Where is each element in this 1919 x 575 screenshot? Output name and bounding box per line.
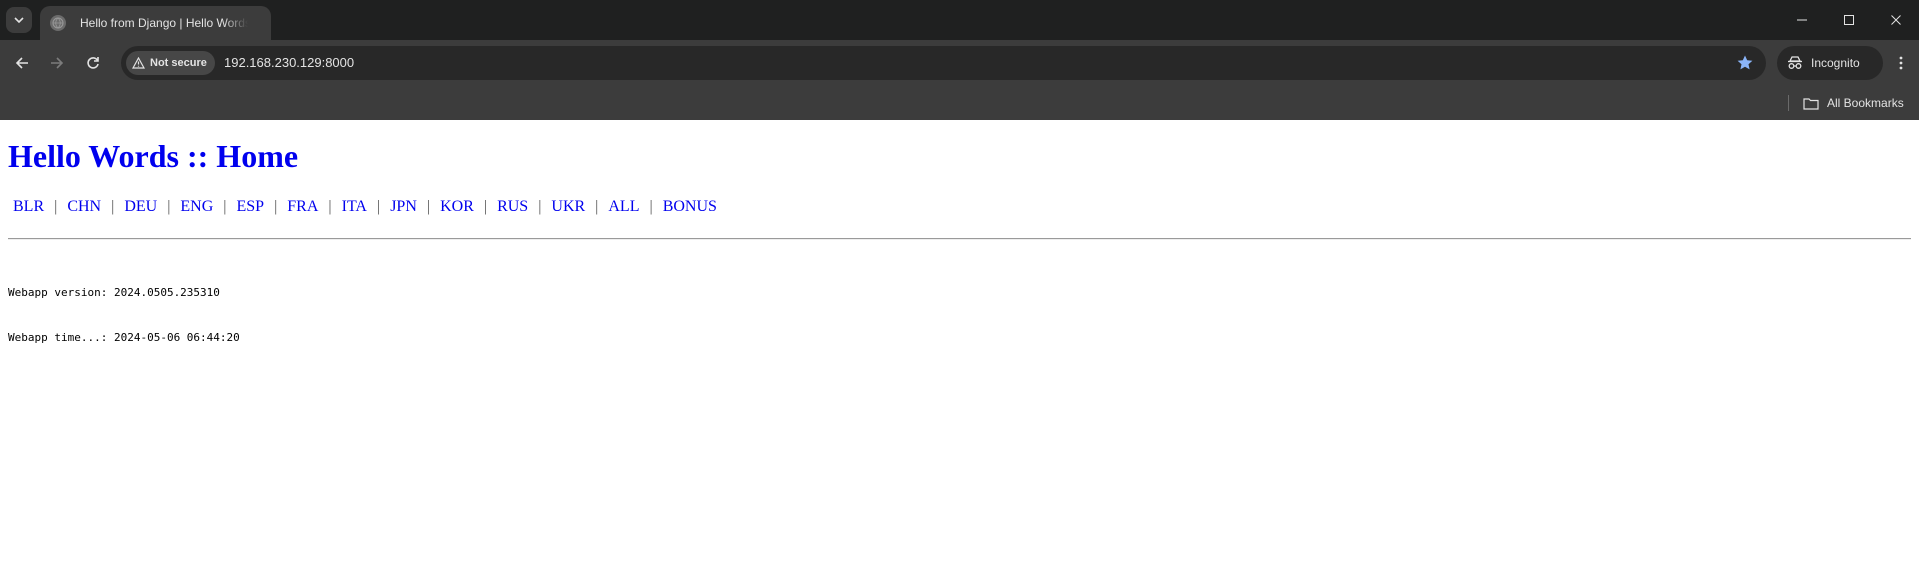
language-nav: BLR | CHN | DEU | ENG | ESP | FRA | ITA … xyxy=(13,198,717,216)
tab-strip: Hello from Django | Hello Words xyxy=(0,0,1919,40)
globe-icon xyxy=(50,15,66,31)
horizontal-rule xyxy=(8,238,1911,240)
url-text[interactable]: 192.168.230.129:8000 xyxy=(224,46,354,80)
nav-link-eng[interactable]: ENG xyxy=(180,198,213,216)
reload-button[interactable] xyxy=(80,50,106,76)
incognito-icon xyxy=(1788,56,1802,69)
nav-link-jpn[interactable]: JPN xyxy=(390,198,417,216)
nav-link-esp[interactable]: ESP xyxy=(237,198,265,216)
nav-separator: | xyxy=(538,198,542,215)
nav-separator: | xyxy=(595,198,599,215)
maximize-button[interactable] xyxy=(1825,0,1872,40)
chevron-down-icon xyxy=(14,17,24,24)
nav-link-kor[interactable]: KOR xyxy=(440,198,474,216)
reload-icon xyxy=(87,57,99,69)
active-tab[interactable]: Hello from Django | Hello Words xyxy=(40,6,271,40)
nav-link-bonus[interactable]: BONUS xyxy=(663,198,717,216)
forward-button[interactable] xyxy=(44,50,70,76)
arrow-left-icon xyxy=(15,57,28,69)
incognito-label: Incognito xyxy=(1811,56,1860,70)
page-title: Hello Words :: Home xyxy=(8,138,299,174)
all-bookmarks-button[interactable]: All Bookmarks xyxy=(1803,86,1904,120)
minimize-button[interactable] xyxy=(1778,0,1825,40)
folder-icon xyxy=(1803,97,1819,110)
close-window-button[interactable] xyxy=(1872,0,1919,40)
nav-link-all[interactable]: ALL xyxy=(608,198,639,216)
tab-search-button[interactable] xyxy=(6,7,32,33)
tab-title: Hello from Django | Hello Words xyxy=(80,16,248,30)
minimize-icon xyxy=(1796,19,1807,21)
arrow-right-icon xyxy=(51,57,64,69)
nav-separator: | xyxy=(376,198,381,215)
star-bookmark-icon[interactable] xyxy=(1736,54,1754,72)
nav-separator: | xyxy=(167,198,171,215)
bookmarks-divider xyxy=(1788,95,1789,111)
nav-link-fra[interactable]: FRA xyxy=(287,198,318,216)
security-chip[interactable]: Not secure xyxy=(126,51,215,75)
nav-link-blr[interactable]: BLR xyxy=(13,198,44,216)
nav-separator: | xyxy=(328,198,332,215)
incognito-chip[interactable]: Incognito xyxy=(1777,46,1883,80)
webapp-info: Webapp version: 2024.0505.235310 Webapp … xyxy=(8,255,240,375)
all-bookmarks-label: All Bookmarks xyxy=(1827,96,1904,110)
nav-separator: | xyxy=(54,198,58,215)
window-controls xyxy=(1778,0,1919,40)
browser-toolbar: Not secure 192.168.230.129:8000 Incognit… xyxy=(0,40,1919,86)
warning-icon xyxy=(132,57,145,69)
browser-menu-button[interactable] xyxy=(1888,50,1914,76)
nav-separator: | xyxy=(223,198,227,215)
nav-link-ita[interactable]: ITA xyxy=(342,198,367,216)
back-button[interactable] xyxy=(9,50,35,76)
webapp-time-line: Webapp time...: 2024-05-06 06:44:20 xyxy=(8,331,240,344)
nav-link-deu[interactable]: DEU xyxy=(124,198,157,216)
nav-link-chn[interactable]: CHN xyxy=(67,198,101,216)
nav-separator: | xyxy=(426,198,431,215)
nav-separator: | xyxy=(483,198,488,215)
nav-link-rus[interactable]: RUS xyxy=(497,198,528,216)
security-label: Not secure xyxy=(150,57,207,69)
address-bar[interactable]: Not secure 192.168.230.129:8000 xyxy=(121,46,1766,80)
maximize-icon xyxy=(1843,15,1854,25)
close-icon xyxy=(1890,15,1901,25)
web-page: Hello Words :: Home BLR | CHN | DEU | EN… xyxy=(0,120,1919,575)
bookmarks-bar: All Bookmarks xyxy=(0,86,1919,120)
nav-separator: | xyxy=(649,198,653,215)
nav-separator: | xyxy=(274,198,278,215)
webapp-version-line: Webapp version: 2024.0505.235310 xyxy=(8,286,220,299)
nav-link-ukr[interactable]: UKR xyxy=(551,198,585,216)
more-vertical-icon xyxy=(1899,56,1903,70)
nav-separator: | xyxy=(111,198,115,215)
